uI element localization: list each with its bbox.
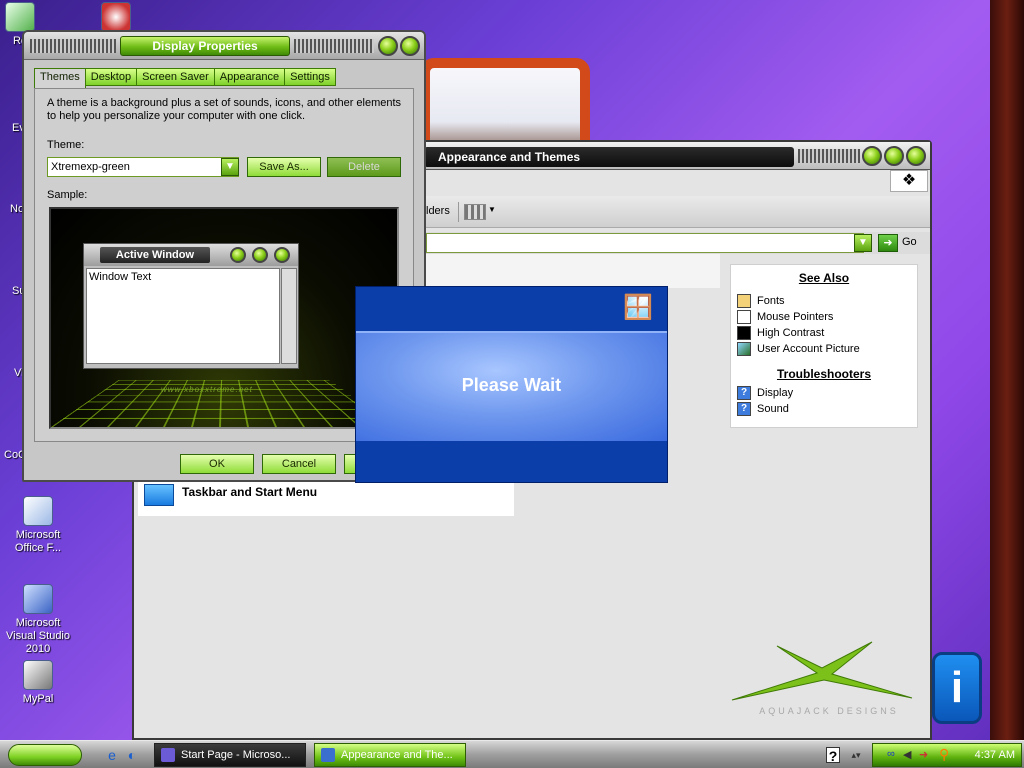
tab-desktop[interactable]: Desktop <box>84 68 138 86</box>
tab-settings[interactable]: Settings <box>284 68 336 86</box>
please-wait-dialog: 🪟 Please Wait <box>355 286 668 483</box>
save-as-button[interactable]: Save As... <box>247 157 321 177</box>
desktop-wallpaper-edge <box>990 0 1024 740</box>
tab-appearance[interactable]: Appearance <box>213 68 286 86</box>
clock[interactable]: 4:37 AM <box>975 744 1015 766</box>
minimize-button[interactable] <box>862 146 882 166</box>
content-area-top <box>426 254 720 288</box>
mouse-icon <box>737 310 751 324</box>
preview-orb <box>274 247 290 263</box>
close-button[interactable] <box>906 146 926 166</box>
picture-icon <box>737 342 751 356</box>
quick-launch-icon[interactable]: ◐ <box>124 747 140 763</box>
see-also-high-contrast[interactable]: High Contrast <box>735 325 917 341</box>
troubleshooters-heading: Troubleshooters <box>776 367 871 381</box>
see-also-user-account-picture[interactable]: User Account Picture <box>735 341 917 357</box>
go-button[interactable]: Go <box>902 236 917 248</box>
raccoon-icon <box>23 660 53 690</box>
tab-strip: Themes Desktop Screen Saver Appearance Setti… <box>34 68 336 89</box>
theme-description: A theme is a background plus a set of so… <box>47 97 402 122</box>
preview-title: Active Window <box>100 247 210 263</box>
preview-orb <box>230 247 246 263</box>
toolbar: lders ▼ <box>426 196 930 228</box>
delete-button: Delete <box>327 157 401 177</box>
office-file-icon <box>23 496 53 526</box>
tab-screen-saver[interactable]: Screen Saver <box>136 68 215 86</box>
help-icon: ? <box>737 386 751 400</box>
tray-vs-icon[interactable]: ∞ <box>887 748 895 760</box>
preview-orb <box>252 247 268 263</box>
tray-search-icon[interactable]: ⚲ <box>939 746 949 763</box>
windows-logo-icon: ❖ <box>890 170 928 192</box>
display-properties-titlebar[interactable]: Display Properties <box>24 32 424 60</box>
title-grille <box>294 39 374 53</box>
preview-titlebar: Active Window <box>84 244 298 266</box>
info-icon: i <box>932 652 982 724</box>
preview-url: www.xboxxtreme.net <box>161 385 253 394</box>
title-grille <box>30 39 116 53</box>
toolbar-divider <box>458 202 459 222</box>
desktop-icon-office[interactable]: Microsoft Office F... <box>0 496 76 555</box>
preview-window-body: Window Text <box>86 268 280 364</box>
start-button[interactable] <box>8 744 82 766</box>
ok-button[interactable]: OK <box>180 454 254 474</box>
theme-dropdown-button[interactable]: ▼ <box>221 158 239 176</box>
please-wait-message: Please Wait <box>461 375 562 395</box>
preview-active-window: Active Window Window Text <box>83 243 299 369</box>
internet-explorer-icon[interactable]: e <box>104 747 120 763</box>
folders-button-label[interactable]: lders <box>426 205 450 217</box>
folder-icon <box>737 294 751 308</box>
see-also-panel: See Also Fonts Mouse Pointers High Contr… <box>730 264 918 428</box>
maximize-button[interactable] <box>884 146 904 166</box>
brand-text: AQUAJACK DESIGNS <box>759 706 899 716</box>
recycle-bin-icon <box>5 2 35 32</box>
control-panel-icon <box>321 748 335 762</box>
help-button[interactable] <box>378 36 398 56</box>
task-taskbar-start-menu[interactable]: Taskbar and Start Menu <box>138 478 514 516</box>
cancel-button[interactable]: Cancel <box>262 454 336 474</box>
visual-studio-icon <box>23 584 53 614</box>
troubleshooter-sound[interactable]: ? Sound <box>735 401 917 417</box>
chevron-down-icon[interactable]: ▴▾ <box>848 747 864 763</box>
tray-mute-icon[interactable]: ◀ <box>903 748 911 761</box>
visual-studio-icon <box>161 748 175 762</box>
theme-preview: www.xboxxtreme.net Active Window Window … <box>49 207 399 429</box>
contrast-icon <box>737 326 751 340</box>
window-title: Display Properties <box>120 36 290 56</box>
windows-flag-icon: 🪟 <box>623 294 653 321</box>
tab-themes[interactable]: Themes <box>34 68 86 89</box>
film-reel-icon <box>101 2 131 32</box>
address-bar: ▼ ➜ Go <box>426 232 930 254</box>
title-grille <box>798 149 860 163</box>
taskbar: e ◐ Start Page - Microso... Appearance a… <box>0 740 1024 768</box>
theme-label: Theme: <box>47 139 85 151</box>
window-title: Appearance and Themes <box>424 147 794 167</box>
chevron-down-icon[interactable]: ▼ <box>488 205 496 214</box>
go-arrow-icon[interactable]: ➜ <box>878 234 898 252</box>
tray-arrow-icon[interactable]: ➜ <box>919 748 928 761</box>
taskbar-button-appearance[interactable]: Appearance and The... <box>314 743 466 767</box>
close-button[interactable] <box>400 36 420 56</box>
address-dropdown-button[interactable]: ▼ <box>854 234 872 252</box>
troubleshooter-display[interactable]: ? Display <box>735 385 917 401</box>
theme-select[interactable]: Xtremexp-green <box>47 157 239 177</box>
desktop-icon-visual-studio[interactable]: Microsoft Visual Studio 2010 <box>0 584 76 656</box>
sample-label: Sample: <box>47 189 88 201</box>
desktop-icon-mypal[interactable]: MyPal <box>0 660 76 706</box>
views-icon[interactable] <box>464 204 486 220</box>
address-input[interactable] <box>426 233 864 253</box>
help-icon: ? <box>737 402 751 416</box>
taskbar-start-menu-icon <box>144 484 174 506</box>
help-icon[interactable]: ? <box>826 747 840 764</box>
system-tray: ∞ ◀ ➜ ⚲ 4:37 AM <box>872 743 1022 767</box>
taskbar-button-start-page[interactable]: Start Page - Microso... <box>154 743 306 767</box>
see-also-mouse-pointers[interactable]: Mouse Pointers <box>735 309 917 325</box>
see-also-heading: See Also <box>798 271 850 285</box>
preview-scrollbar <box>281 268 297 364</box>
see-also-fonts[interactable]: Fonts <box>735 293 917 309</box>
